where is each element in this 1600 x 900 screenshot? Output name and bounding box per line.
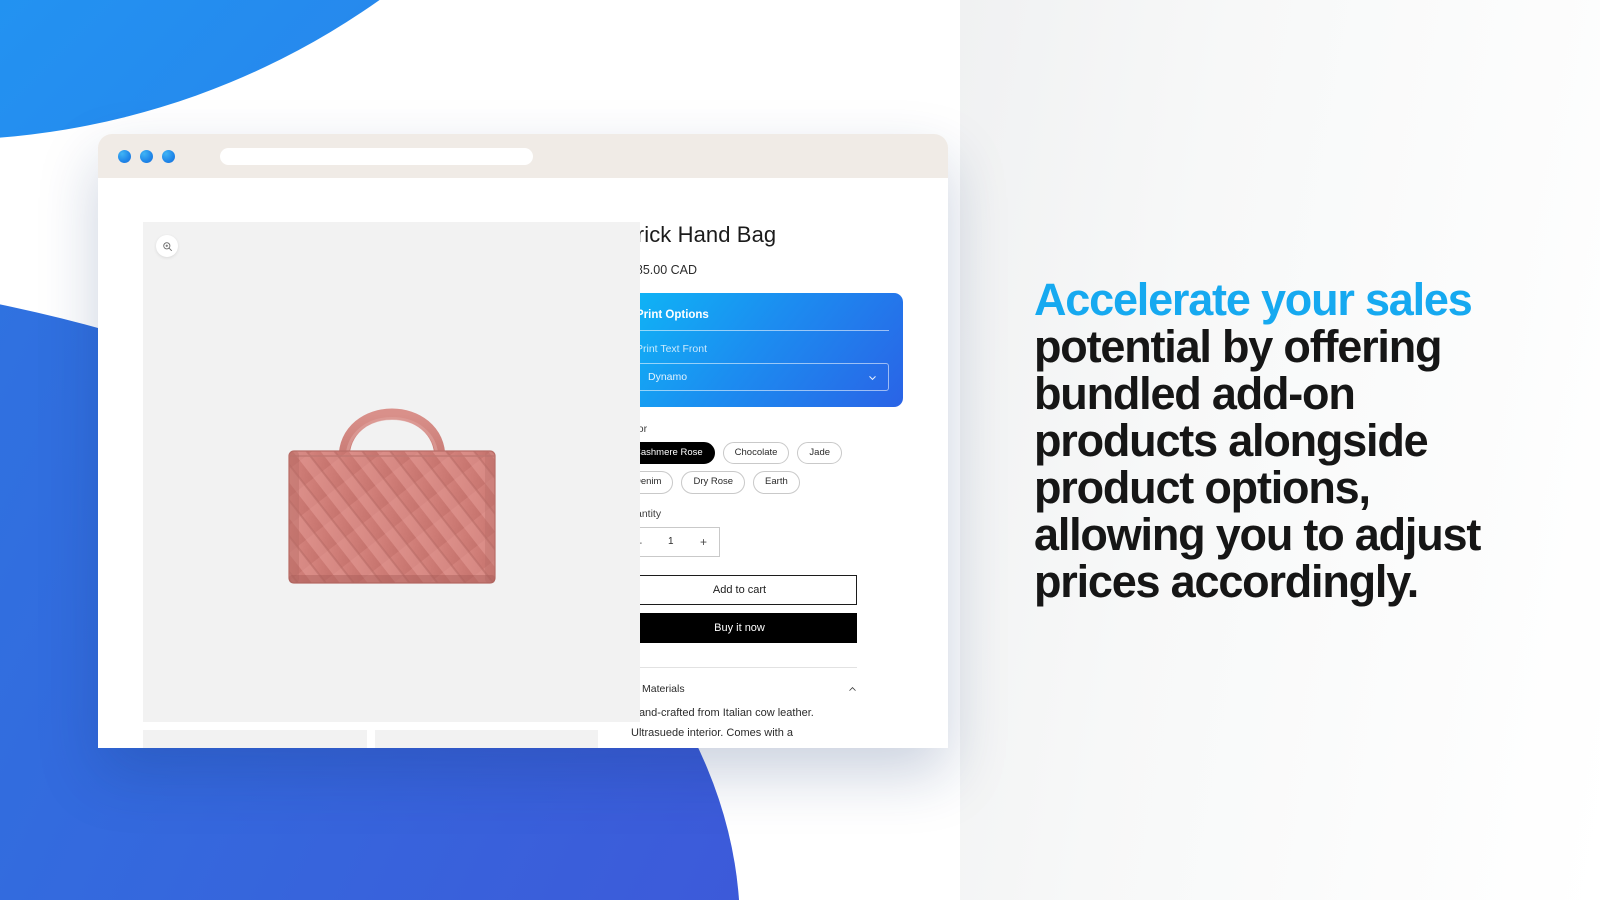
- buy-it-now-button[interactable]: Buy it now: [622, 612, 857, 643]
- background-shape-top: [0, 0, 700, 140]
- materials-line-3: detachable and adjustable shoulder: [631, 744, 857, 749]
- quantity-value[interactable]: 1: [668, 536, 674, 547]
- thumbnail-strip: [143, 730, 598, 748]
- thumbnail-2[interactable]: [374, 730, 598, 748]
- thumbnail-1[interactable]: [143, 730, 367, 748]
- print-text-front-value: Dynamo: [648, 371, 688, 383]
- chevron-down-icon: [868, 373, 877, 382]
- materials-line-1: Hand-crafted from Italian cow leather.: [631, 706, 814, 719]
- product-price: $385.00 CAD: [622, 263, 698, 277]
- browser-window: Brick Hand Bag $385.00 CAD Print Options…: [98, 134, 948, 748]
- handbag-illustration: [143, 222, 640, 722]
- marketing-headline: Accelerate your sales potential by offer…: [1034, 276, 1504, 605]
- window-close-dot[interactable]: [118, 149, 131, 163]
- product-gallery: [98, 222, 640, 748]
- marketing-highlight: Accelerate your sales: [1034, 274, 1473, 325]
- print-text-front-select[interactable]: Dynamo: [636, 363, 889, 391]
- materials-description: Hand-crafted from Italian cow leather. U…: [631, 703, 857, 748]
- window-minimize-dot[interactable]: [140, 149, 153, 163]
- product-details: Brick Hand Bag $385.00 CAD Print Options…: [598, 222, 948, 748]
- print-options-heading: Print Options: [636, 309, 889, 331]
- chevron-up-icon: [848, 685, 857, 694]
- color-option-earth[interactable]: Earth: [753, 471, 800, 494]
- page-root: Brick Hand Bag $385.00 CAD Print Options…: [0, 0, 1600, 900]
- materials-line-2: Ultrasuede interior. Comes with a: [631, 727, 794, 740]
- page-title: Brick Hand Bag: [622, 222, 777, 247]
- color-option-dry-rose[interactable]: Dry Rose: [681, 471, 746, 494]
- marketing-body: potential by offering bundled add-on pro…: [1034, 321, 1481, 607]
- section-divider: [622, 666, 857, 668]
- materials-accordion-header[interactable]: Materials: [622, 682, 857, 697]
- window-maximize-dot[interactable]: [162, 149, 175, 163]
- color-label: Color: [622, 423, 903, 435]
- plus-icon[interactable]: +: [700, 536, 707, 548]
- print-options-panel: Print Options Print Text Front Dynamo: [622, 293, 903, 407]
- store-page: Brick Hand Bag $385.00 CAD Print Options…: [98, 178, 948, 748]
- add-to-cart-button[interactable]: Add to cart: [622, 574, 857, 605]
- color-option-jade[interactable]: Jade: [797, 442, 843, 465]
- url-input[interactable]: [220, 147, 533, 165]
- quantity-label: Quantity: [622, 507, 662, 520]
- materials-title: Materials: [642, 683, 685, 696]
- color-option-chocolate[interactable]: Chocolate: [722, 442, 790, 465]
- product-main-image[interactable]: [143, 222, 640, 722]
- color-options: Cashmere Rose Chocolate Jade Denim Dry R…: [622, 442, 872, 494]
- print-text-front-label: Print Text Front: [636, 343, 707, 355]
- browser-titlebar: [98, 134, 948, 178]
